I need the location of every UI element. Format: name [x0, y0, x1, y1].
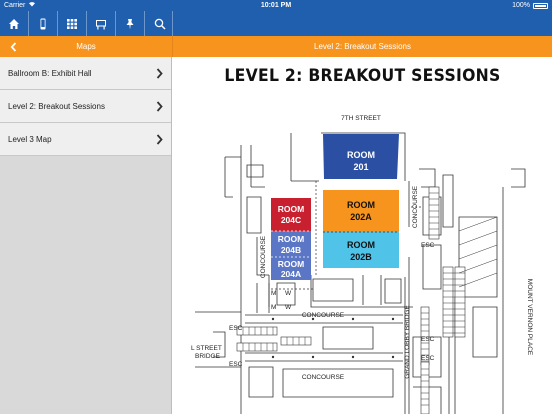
sidebar-item-label: Ballroom B: Exhibit Hall — [8, 69, 92, 78]
home-icon — [9, 18, 19, 29]
room-202a-shape — [323, 190, 399, 232]
chevron-left-icon — [10, 41, 16, 52]
room-202b-shape — [323, 232, 399, 268]
room-204a-label-line1: ROOM — [278, 259, 304, 269]
room-202b-label-line2: 202B — [350, 252, 372, 262]
exhibit-button[interactable] — [87, 11, 116, 36]
floor-plan: ROOM 201 ROOM 202A ROOM 202B ROOM 204C R… — [191, 115, 533, 414]
search-button[interactable] — [145, 11, 174, 36]
room-202b[interactable]: ROOM 202B — [323, 231, 399, 268]
sidebar-item-label: Level 3 Map — [8, 135, 52, 144]
page-title: Level 2: Breakout Sessions — [314, 42, 411, 51]
room-204b[interactable]: ROOM 204B — [271, 230, 311, 257]
toolbar-divider — [172, 11, 173, 36]
room-201-label-line1: ROOM — [347, 150, 375, 160]
status-bar: Carrier 10:01 PM 100% — [0, 0, 552, 11]
room-201[interactable]: ROOM 201 — [323, 134, 399, 179]
sidebar-item-level-2[interactable]: Level 2: Breakout Sessions — [0, 90, 171, 123]
toolbar — [0, 11, 552, 36]
grand-lobby-bridge-label: GRAND LOBBY BRIDGE — [404, 305, 411, 379]
chevron-right-icon — [156, 134, 163, 145]
restroom-m-label-1: M — [271, 290, 276, 297]
grid-button[interactable] — [58, 11, 87, 36]
concourse-label-right: CONCOURSE — [412, 185, 419, 228]
pin-button[interactable] — [116, 11, 145, 36]
mount-vernon-label: MOUNT VERNON PLACE — [526, 279, 533, 356]
back-button[interactable] — [6, 40, 20, 53]
search-icon — [154, 18, 166, 30]
room-202a-label-line2: 202A — [350, 212, 372, 222]
room-202a-label-line1: ROOM — [347, 200, 375, 210]
pin-icon — [126, 18, 134, 29]
room-204c-label-line1: ROOM — [278, 204, 304, 214]
battery-icon — [533, 3, 548, 9]
phone-button[interactable] — [29, 11, 58, 36]
chevron-right-icon — [156, 68, 163, 79]
status-time: 10:01 PM — [260, 2, 292, 9]
sidebar-title: Maps — [76, 42, 96, 51]
room-204c[interactable]: ROOM 204C — [271, 198, 311, 231]
room-204c-label-line2: 204C — [281, 215, 301, 225]
battery-percent: 100% — [512, 2, 530, 9]
home-button[interactable] — [0, 11, 29, 36]
esc-label-3: ESC — [421, 242, 435, 249]
room-204b-label-line2: 204B — [281, 245, 301, 255]
room-204b-label-line1: ROOM — [278, 234, 304, 244]
concourse-label-bottom: CONCOURSE — [302, 374, 345, 381]
esc-label-4: ESC — [421, 336, 435, 343]
grid-icon — [67, 18, 77, 29]
room-204a-label-line2: 204A — [281, 269, 301, 279]
sidebar-item-label: Level 2: Breakout Sessions — [8, 102, 105, 111]
maps-sidebar: Ballroom B: Exhibit Hall Level 2: Breako… — [0, 57, 172, 414]
l-street-label: L STREET — [191, 345, 222, 352]
restroom-w-label-2: W — [285, 304, 292, 311]
navigation-bar: Maps Level 2: Breakout Sessions — [0, 36, 552, 57]
floor-map[interactable]: LEVEL 2: BREAKOUT SESSIONS ROOM 201 ROOM… — [173, 57, 552, 414]
restroom-w-label-1: W — [285, 290, 292, 297]
esc-label-1: ESC — [229, 325, 243, 332]
esc-label-2: ESC — [229, 361, 243, 368]
room-201-label-line2: 201 — [353, 162, 368, 172]
restroom-m-label-2: M — [271, 304, 276, 311]
sidebar-item-ballroom-b[interactable]: Ballroom B: Exhibit Hall — [0, 57, 171, 90]
room-202a[interactable]: ROOM 202A — [323, 190, 399, 232]
room-204a[interactable]: ROOM 204A — [271, 256, 311, 280]
esc-label-5: ESC — [421, 355, 435, 362]
concourse-label-left: CONCOURSE — [260, 235, 267, 278]
room-202b-label-line1: ROOM — [347, 240, 375, 250]
exhibit-icon — [96, 19, 106, 29]
sidebar-item-level-3[interactable]: Level 3 Map — [0, 123, 171, 156]
chevron-right-icon — [156, 101, 163, 112]
street-label-top: 7TH STREET — [341, 115, 381, 122]
phone-icon — [40, 18, 46, 29]
concourse-label-mid: CONCOURSE — [302, 312, 345, 319]
bridge-label: BRIDGE — [195, 353, 221, 360]
